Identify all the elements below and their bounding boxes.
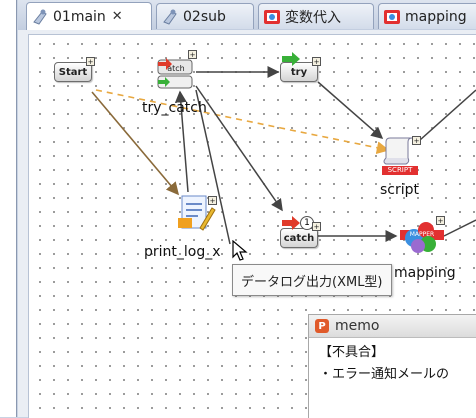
green-arrow-icon	[282, 52, 300, 66]
catch-node[interactable]: catch	[280, 228, 318, 248]
memo-body[interactable]: 【不具合】 ・エラー通知メールの	[309, 338, 476, 390]
node-badge: +	[188, 50, 197, 59]
connection-mapping-out	[443, 219, 476, 237]
tooltip: データログ出力(XML型)	[232, 264, 392, 296]
print-log-label: print_log_x	[144, 244, 221, 260]
try-catch-node[interactable]: atch	[156, 54, 194, 92]
mapping-label: mapping	[394, 265, 456, 281]
try-catch-icon: atch	[157, 58, 193, 89]
dashed-connection	[95, 89, 390, 155]
catch-node-label: catch	[283, 232, 315, 244]
script-icon-text: SCRIPT	[387, 166, 413, 174]
start-node-label: Start	[58, 66, 88, 78]
node-badge: +	[86, 57, 95, 66]
mouse-cursor-icon	[232, 240, 248, 261]
try-node-label: try	[290, 66, 308, 78]
memo-panel[interactable]: P memo 【不具合】 ・エラー通知メールの	[308, 314, 476, 418]
script-label: script	[380, 182, 420, 198]
svg-text:atch: atch	[167, 64, 185, 73]
memo-line: ・エラー通知メールの	[319, 367, 450, 382]
tooltip-text: データログ出力(XML型)	[241, 274, 383, 290]
memo-line: 【不具合】	[319, 345, 385, 360]
memo-title: memo	[335, 318, 380, 334]
red-arrow-icon	[282, 216, 300, 230]
node-badge: +	[312, 57, 321, 66]
connection-script-out	[419, 89, 476, 141]
try-catch-label: try_catch	[142, 100, 207, 116]
connection-try-script	[317, 81, 384, 139]
node-badge: +	[312, 222, 321, 231]
node-badge: +	[412, 136, 421, 145]
mapper-icon-text: MAPPER	[409, 231, 435, 238]
memo-header: P memo	[309, 315, 476, 338]
memo-icon: P	[315, 319, 329, 333]
node-badge: +	[208, 196, 217, 205]
node-badge: +	[436, 216, 445, 225]
